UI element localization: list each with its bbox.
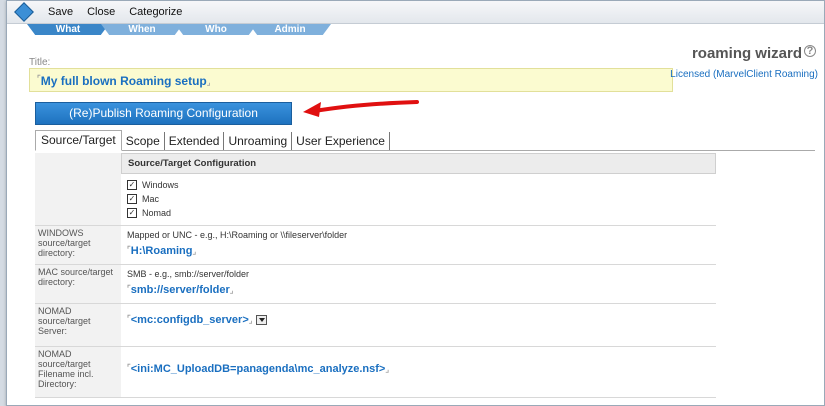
nomad-filename-field[interactable]: <ini:MC_UploadDB=panagenda\mc_analyze.ns… bbox=[131, 363, 386, 375]
section-header: Source/Target Configuration bbox=[121, 153, 716, 174]
help-icon[interactable]: ? bbox=[804, 45, 816, 57]
title-label: Title: bbox=[29, 57, 51, 68]
config-table: Source/Target Configuration ✓ Windows ✓ Ma… bbox=[35, 153, 716, 398]
row-label: WINDOWS source/target directory: bbox=[35, 226, 121, 264]
platform-label: Nomad bbox=[142, 208, 172, 218]
toolbar: Save Close Categorize bbox=[7, 1, 824, 24]
close-button[interactable]: Close bbox=[80, 6, 122, 18]
categorize-button[interactable]: Categorize bbox=[122, 6, 189, 18]
windows-dir-field[interactable]: H:\Roaming bbox=[131, 245, 193, 257]
field-end-mark: ⌟ bbox=[206, 78, 211, 87]
title-field[interactable]: ⌜My full blown Roaming setup⌟ bbox=[29, 68, 673, 92]
field-hint: SMB - e.g., smb://server/folder bbox=[127, 269, 250, 279]
navtab-what[interactable]: What bbox=[27, 24, 109, 35]
wizard-nav: What When Who Admin bbox=[27, 24, 331, 36]
main-window: Save Close Categorize What When Who Admi… bbox=[6, 0, 825, 406]
product-title: roaming wizard? bbox=[692, 45, 816, 62]
navtab-admin[interactable]: Admin bbox=[249, 24, 331, 35]
tab-source-target[interactable]: Source/Target bbox=[35, 130, 122, 151]
platform-mac[interactable]: ✓ Mac bbox=[127, 192, 710, 206]
license-link[interactable]: Licensed (MarvelClient Roaming) bbox=[670, 69, 818, 80]
checkbox-nomad[interactable]: ✓ bbox=[127, 208, 137, 218]
platform-label: Windows bbox=[142, 180, 179, 190]
navtab-who[interactable]: Who bbox=[175, 24, 257, 35]
save-button[interactable]: Save bbox=[41, 6, 80, 18]
field-hint: Mapped or UNC - e.g., H:\Roaming or \\fi… bbox=[127, 230, 348, 240]
row-label: NOMAD source/target Filename incl. Direc… bbox=[35, 347, 121, 397]
tab-scope[interactable]: Scope bbox=[122, 132, 165, 150]
field-end-mark: ⌟ bbox=[192, 247, 197, 256]
row-label: MAC source/target directory: bbox=[35, 265, 121, 303]
app-logo-icon bbox=[13, 4, 35, 20]
nomad-server-field[interactable]: <mc:configdb_server> bbox=[131, 314, 249, 326]
checkbox-mac[interactable]: ✓ bbox=[127, 194, 137, 204]
tab-unroaming[interactable]: Unroaming bbox=[224, 132, 293, 150]
platform-windows[interactable]: ✓ Windows bbox=[127, 178, 710, 192]
checkbox-windows[interactable]: ✓ bbox=[127, 180, 137, 190]
field-end-mark: ⌟ bbox=[248, 316, 253, 325]
tab-extended[interactable]: Extended bbox=[165, 132, 225, 150]
title-value[interactable]: My full blown Roaming setup bbox=[41, 74, 207, 88]
row-label: NOMAD source/target Server: bbox=[35, 304, 121, 346]
field-end-mark: ⌟ bbox=[385, 365, 390, 374]
platform-nomad[interactable]: ✓ Nomad bbox=[127, 206, 710, 220]
publish-button[interactable]: (Re)Publish Roaming Configuration bbox=[35, 102, 292, 125]
mac-dir-field[interactable]: smb://server/folder bbox=[131, 284, 230, 296]
dropdown-icon[interactable] bbox=[255, 315, 267, 326]
section-tabs: Source/Target Scope Extended Unroaming U… bbox=[35, 130, 815, 151]
label-empty bbox=[35, 153, 121, 225]
navtab-when[interactable]: When bbox=[101, 24, 183, 35]
tab-user-experience[interactable]: User Experience bbox=[292, 132, 390, 150]
product-name: roaming wizard bbox=[691, 45, 802, 62]
red-arrow-icon bbox=[303, 100, 419, 117]
field-end-mark: ⌟ bbox=[229, 286, 234, 295]
platform-label: Mac bbox=[142, 194, 160, 204]
